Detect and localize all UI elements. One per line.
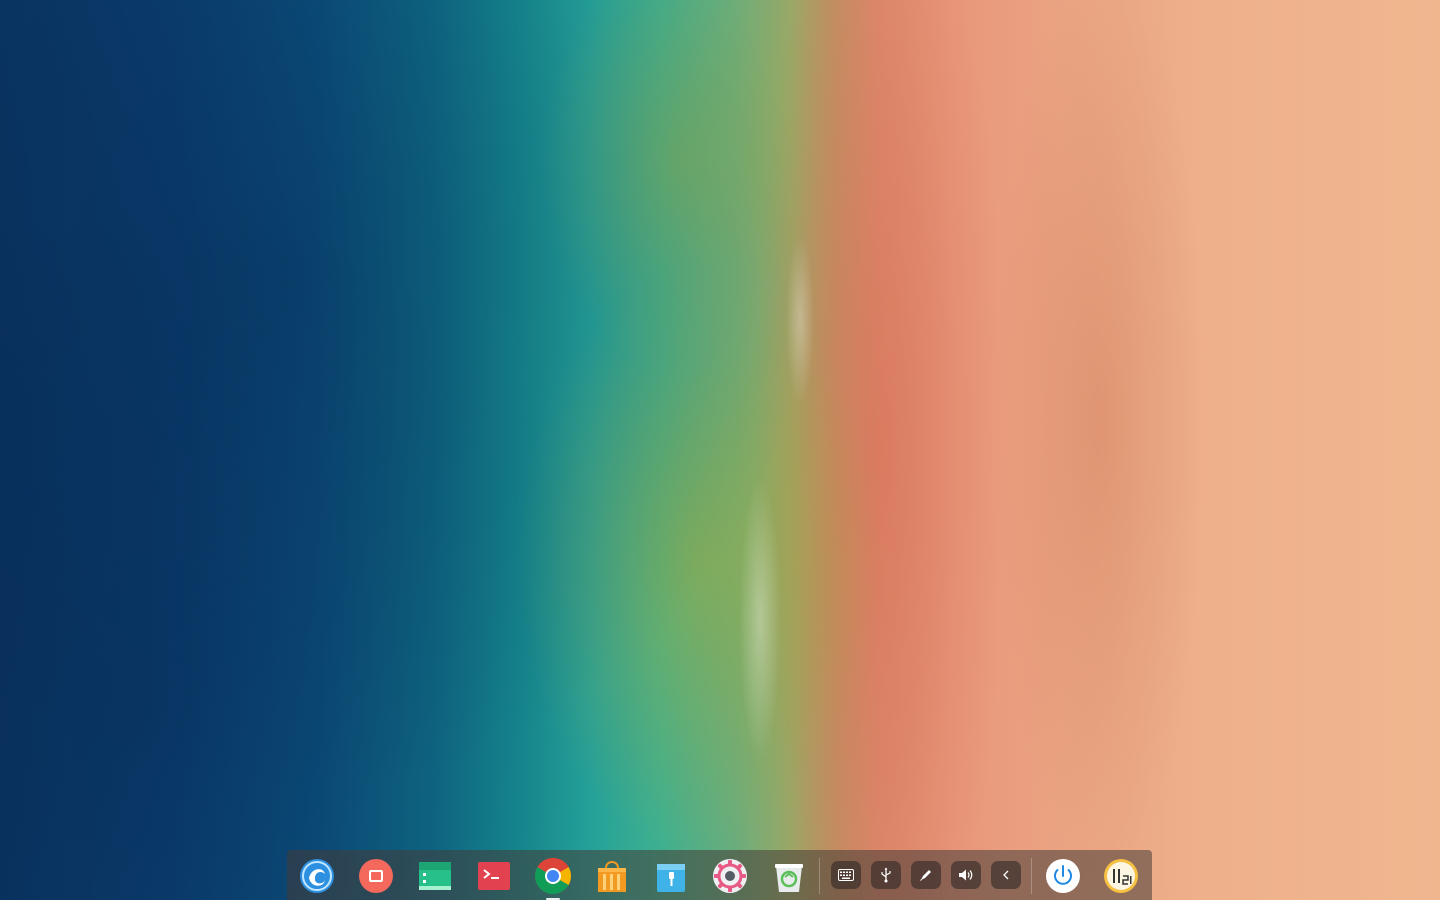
tray-usb[interactable] <box>871 861 901 889</box>
tray-keyboard[interactable] <box>831 861 861 889</box>
dock-chrome[interactable] <box>533 856 573 900</box>
desktop-wallpaper <box>0 0 1440 900</box>
wallpaper-texture <box>0 0 1440 900</box>
volume-icon <box>959 869 973 881</box>
dock-file-manager[interactable] <box>415 856 455 896</box>
dock-separator <box>819 858 820 894</box>
file-manager-icon <box>419 862 451 890</box>
screen-recorder-icon <box>359 859 393 893</box>
chrome-icon <box>534 858 571 895</box>
dock-trash[interactable] <box>769 856 809 896</box>
terminal-icon <box>478 862 510 890</box>
dock <box>287 850 1152 900</box>
deepin-launcher-icon <box>300 859 334 893</box>
trash-icon <box>775 864 803 892</box>
dock-terminal[interactable] <box>474 856 514 896</box>
dock-screen-recorder[interactable] <box>356 856 396 896</box>
dock-app-store[interactable] <box>592 856 632 896</box>
app-store-icon <box>598 861 626 892</box>
settings-gear-icon <box>713 859 747 893</box>
dock-separator <box>1031 858 1032 894</box>
tray-expand[interactable] <box>991 861 1021 889</box>
archive-manager-icon <box>657 864 685 892</box>
dock-clock[interactable] <box>1101 856 1141 896</box>
keyboard-icon <box>838 869 854 881</box>
dock-archive-manager[interactable] <box>651 856 691 896</box>
pen-icon <box>920 870 931 881</box>
dock-power[interactable] <box>1043 856 1083 896</box>
chevron-left-icon <box>1003 870 1009 880</box>
tray-pen[interactable] <box>911 861 941 889</box>
power-icon <box>1046 859 1080 893</box>
tray-volume[interactable] <box>951 861 981 889</box>
dock-launcher[interactable] <box>297 856 337 896</box>
usb-icon <box>881 867 891 883</box>
analog-clock-icon <box>1104 859 1138 893</box>
dock-settings[interactable] <box>710 856 750 896</box>
